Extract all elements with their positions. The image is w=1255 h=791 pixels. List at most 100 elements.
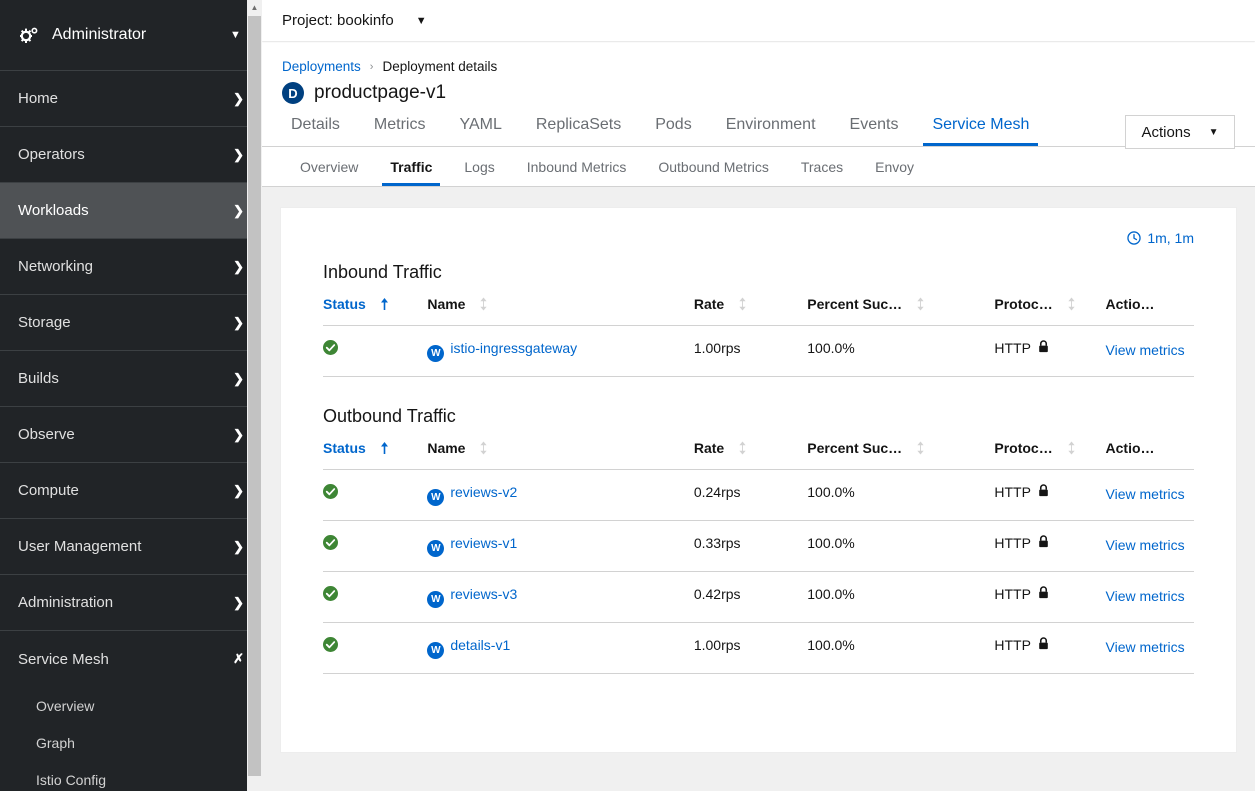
subtab-envoy[interactable]: Envoy (867, 160, 922, 186)
view-metrics-link[interactable]: View metrics (1106, 537, 1185, 553)
project-bar: Project: bookinfo ▼ (262, 0, 1255, 41)
chevron-down-icon: ▼ (230, 30, 244, 41)
column-header-protocol[interactable]: Protoc… (994, 440, 1105, 470)
primary-sidebar: Administrator ▼ Home ❯ Operators ❯ Workl… (0, 0, 262, 791)
table-row[interactable]: Wreviews-v2 0.24rps 100.0% HTTP (323, 470, 1194, 521)
sidebar-item-user-management[interactable]: User Management ❯ (0, 519, 262, 575)
view-metrics-link[interactable]: View metrics (1106, 342, 1185, 358)
column-header-rate[interactable]: Rate (694, 440, 807, 470)
column-header-name[interactable]: Name (427, 296, 694, 326)
column-header-percent-success[interactable]: Percent Suc… (807, 296, 994, 326)
chevron-right-icon: ❯ (233, 427, 244, 443)
sidebar-subitem-label: Graph (36, 735, 75, 751)
protocol-label: HTTP (994, 535, 1031, 551)
time-range-label: 1m, 1m (1147, 230, 1194, 246)
scrollbar-thumb[interactable] (248, 16, 261, 776)
column-header-status[interactable]: Status (323, 296, 427, 326)
chevron-right-icon: ❯ (233, 315, 244, 331)
column-header-percent-label: Percent Suc… (807, 296, 902, 312)
table-row[interactable]: Wreviews-v1 0.33rps 100.0% HTTP (323, 521, 1194, 572)
subtab-logs[interactable]: Logs (456, 160, 502, 186)
sidebar-item-service-mesh[interactable]: Service Mesh ✗ (0, 631, 262, 687)
column-header-rate[interactable]: Rate (694, 296, 807, 326)
table-row[interactable]: Wistio-ingressgateway 1.00rps 100.0% HTT… (323, 326, 1194, 377)
actions-button[interactable]: Actions ▼ (1125, 115, 1235, 149)
table-row[interactable]: Wreviews-v3 0.42rps 100.0% HTTP (323, 572, 1194, 623)
tab-environment[interactable]: Environment (717, 117, 825, 146)
sidebar-item-label: Compute (18, 482, 233, 499)
column-header-actions: Actio… (1106, 296, 1194, 326)
subtab-traffic[interactable]: Traffic (382, 160, 440, 186)
perspective-label: Administrator (52, 26, 230, 44)
cell-name: Wreviews-v1 (427, 521, 694, 572)
sidebar-item-overview[interactable]: Overview (0, 687, 262, 724)
clock-icon (1127, 231, 1141, 245)
sidebar-subitem-label: Overview (36, 698, 94, 714)
cell-percent-success: 100.0% (807, 470, 994, 521)
workload-link[interactable]: reviews-v2 (450, 484, 517, 500)
sort-both-icon (1067, 297, 1076, 311)
sidebar-item-label: Networking (18, 258, 233, 275)
table-row[interactable]: Wdetails-v1 1.00rps 100.0% HTTP (323, 623, 1194, 674)
sidebar-item-networking[interactable]: Networking ❯ (0, 239, 262, 295)
cell-protocol: HTTP (994, 326, 1105, 377)
sidebar-item-builds[interactable]: Builds ❯ (0, 351, 262, 407)
workload-badge: W (427, 345, 444, 362)
tab-service-mesh[interactable]: Service Mesh (923, 117, 1038, 146)
subtab-outbound-metrics[interactable]: Outbound Metrics (650, 160, 777, 186)
subtab-overview[interactable]: Overview (292, 160, 366, 186)
inbound-table-head: Status Name (323, 296, 1194, 326)
column-header-name[interactable]: Name (427, 440, 694, 470)
column-header-percent-label: Percent Suc… (807, 440, 902, 456)
project-selector-label[interactable]: Project: bookinfo (282, 12, 394, 29)
sidebar-item-administration[interactable]: Administration ❯ (0, 575, 262, 631)
cell-name: Wreviews-v3 (427, 572, 694, 623)
chevron-right-icon: ❯ (233, 259, 244, 275)
workload-link[interactable]: details-v1 (450, 637, 510, 653)
chevron-down-icon[interactable]: ▼ (416, 15, 427, 27)
page-title: productpage-v1 (314, 82, 446, 104)
secondary-tabs: Overview Traffic Logs Inbound Metrics Ou… (262, 147, 1255, 187)
view-metrics-link[interactable]: View metrics (1106, 588, 1185, 604)
breadcrumb-link-deployments[interactable]: Deployments (282, 59, 361, 74)
column-header-protocol[interactable]: Protoc… (994, 296, 1105, 326)
tab-events[interactable]: Events (841, 117, 908, 146)
sidebar-item-workloads[interactable]: Workloads ❯ (0, 183, 262, 239)
cell-rate: 0.24rps (694, 470, 807, 521)
column-header-status[interactable]: Status (323, 440, 427, 470)
subtab-inbound-metrics[interactable]: Inbound Metrics (519, 160, 635, 186)
sidebar-item-compute[interactable]: Compute ❯ (0, 463, 262, 519)
tab-yaml[interactable]: YAML (450, 117, 510, 146)
sidebar-item-storage[interactable]: Storage ❯ (0, 295, 262, 351)
sidebar-item-home[interactable]: Home ❯ (0, 71, 262, 127)
tab-replicasets[interactable]: ReplicaSets (527, 117, 630, 146)
time-range-selector[interactable]: 1m, 1m (1127, 230, 1194, 246)
protocol-label: HTTP (994, 637, 1031, 653)
workload-link[interactable]: reviews-v1 (450, 535, 517, 551)
subtab-traces[interactable]: Traces (793, 160, 851, 186)
view-metrics-link[interactable]: View metrics (1106, 486, 1185, 502)
scroll-up-arrow-icon[interactable]: ▲ (247, 0, 262, 15)
outbound-traffic-table: Status Name (323, 440, 1194, 674)
perspective-switcher[interactable]: Administrator ▼ (0, 0, 262, 71)
tab-metrics[interactable]: Metrics (365, 117, 435, 146)
traffic-card: 1m, 1m Inbound Traffic Status (280, 207, 1237, 753)
column-header-percent-success[interactable]: Percent Suc… (807, 440, 994, 470)
sidebar-scrollbar[interactable]: ▲ (247, 0, 262, 791)
workload-link[interactable]: istio-ingressgateway (450, 340, 577, 356)
sidebar-item-operators[interactable]: Operators ❯ (0, 127, 262, 183)
sidebar-item-label: Administration (18, 594, 233, 611)
sidebar-item-observe[interactable]: Observe ❯ (0, 407, 262, 463)
sidebar-subitem-label: Istio Config (36, 772, 106, 788)
inbound-header-row: Status Name (323, 296, 1194, 326)
workload-link[interactable]: reviews-v3 (450, 586, 517, 602)
sort-asc-icon (380, 297, 389, 311)
sort-both-icon (916, 297, 925, 311)
cell-rate: 0.42rps (694, 572, 807, 623)
sidebar-item-graph[interactable]: Graph (0, 724, 262, 761)
sidebar-item-istio-config[interactable]: Istio Config (0, 761, 262, 791)
cell-status (323, 470, 427, 521)
view-metrics-link[interactable]: View metrics (1106, 639, 1185, 655)
tab-pods[interactable]: Pods (646, 117, 700, 146)
tab-details[interactable]: Details (282, 117, 349, 146)
